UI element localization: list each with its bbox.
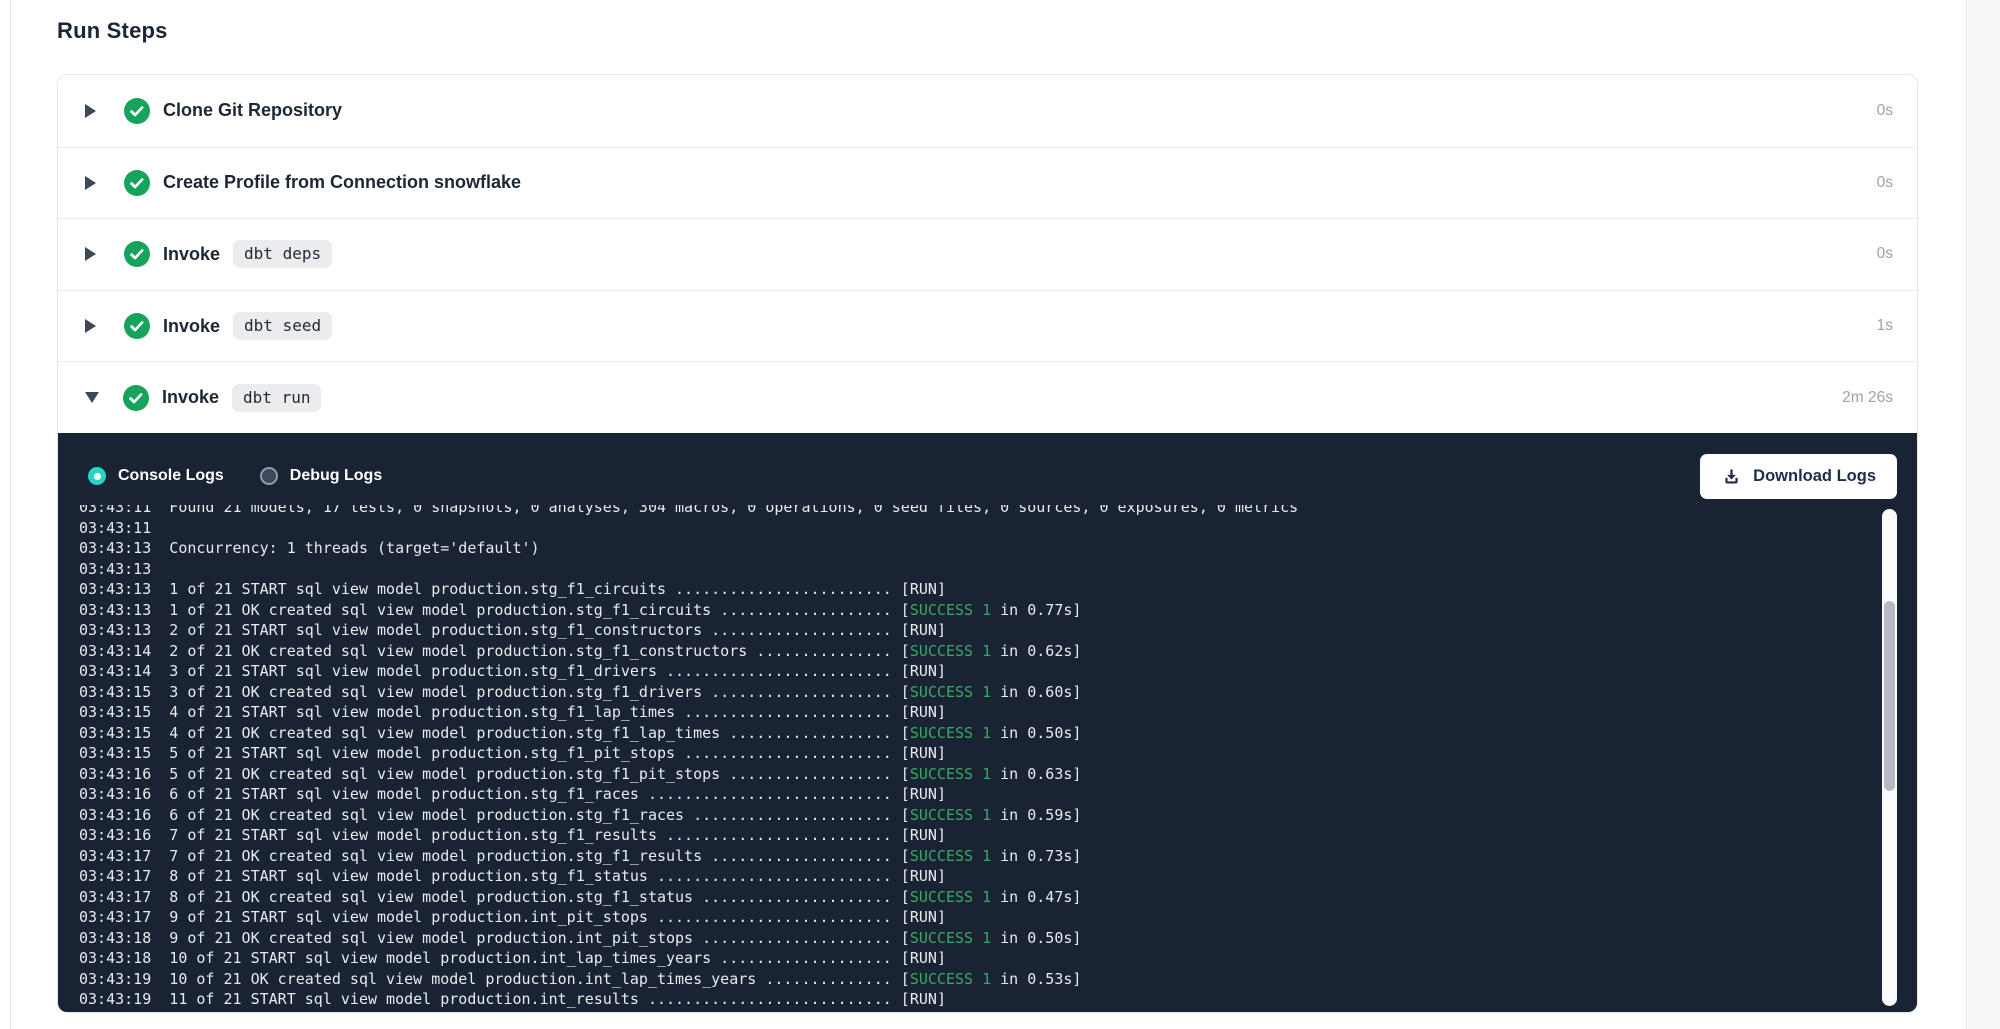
command-badge: dbt run (232, 384, 321, 412)
step-label: Invoke (163, 316, 220, 337)
log-line: 03:43:19 10 of 21 OK created sql view mo… (79, 969, 1918, 990)
step-label: Invoke (163, 244, 220, 265)
step-duration: 1s (1877, 317, 1893, 335)
log-line: 03:43:15 3 of 21 OK created sql view mod… (79, 682, 1918, 703)
step-row[interactable]: Clone Git Repository 0s (58, 75, 1917, 147)
step-label: Clone Git Repository (163, 100, 342, 121)
caret-right-icon[interactable] (85, 104, 96, 118)
step-row[interactable]: Invoke dbt deps 0s (58, 218, 1917, 290)
step-label: Invoke (162, 387, 219, 408)
log-line: 03:43:16 6 of 21 OK created sql view mod… (79, 805, 1918, 826)
log-line: 03:43:15 5 of 21 START sql view model pr… (79, 743, 1918, 764)
run-steps-list: Clone Git Repository0sCreate Profile fro… (58, 75, 1917, 433)
step-duration: 0s (1877, 245, 1893, 263)
step-row[interactable]: Create Profile from Connection snowflake… (58, 147, 1917, 219)
log-line: 03:43:16 7 of 21 START sql view model pr… (79, 825, 1918, 846)
step-duration: 0s (1877, 174, 1893, 192)
log-lines: 03:43:11 Found 21 models, 17 tests, 0 sn… (79, 505, 1918, 1010)
log-line: 03:43:11 (79, 518, 1918, 539)
tab-label: Console Logs (118, 467, 224, 485)
caret-down-icon[interactable] (85, 392, 99, 403)
log-line: 03:43:17 7 of 21 OK created sql view mod… (79, 846, 1918, 867)
log-scrollbar-thumb[interactable] (1884, 601, 1895, 791)
log-line: 03:43:18 9 of 21 OK created sql view mod… (79, 928, 1918, 949)
step-row[interactable]: Invoke dbt seed 1s (58, 290, 1917, 362)
caret-right-icon[interactable] (85, 319, 96, 333)
log-line: 03:43:13 2 of 21 START sql view model pr… (79, 620, 1918, 641)
tab-label: Debug Logs (290, 467, 382, 485)
log-line: 03:43:13 Concurrency: 1 threads (target=… (79, 538, 1918, 559)
status-success-icon (124, 170, 150, 196)
log-line: 03:43:17 8 of 21 START sql view model pr… (79, 866, 1918, 887)
log-line: 03:43:13 (79, 559, 1918, 580)
status-success-icon (124, 98, 150, 124)
status-success-icon (123, 385, 149, 411)
log-line: 03:43:16 5 of 21 OK created sql view mod… (79, 764, 1918, 785)
log-line: 03:43:17 9 of 21 START sql view model pr… (79, 907, 1918, 928)
radio-unselected-icon[interactable] (260, 467, 278, 485)
console-header: Console Logs Debug Logs Download Logs (58, 433, 1918, 505)
page-title: Run Steps (57, 18, 168, 44)
log-line: 03:43:13 1 of 21 START sql view model pr… (79, 579, 1918, 600)
command-badge: dbt deps (233, 240, 332, 268)
log-line: 03:43:15 4 of 21 START sql view model pr… (79, 702, 1918, 723)
download-logs-button[interactable]: Download Logs (1700, 454, 1897, 499)
step-label: Create Profile from Connection snowflake (163, 172, 521, 193)
caret-right-icon[interactable] (85, 176, 96, 190)
log-line: 03:43:15 4 of 21 OK created sql view mod… (79, 723, 1918, 744)
log-line: 03:43:13 1 of 21 OK created sql view mod… (79, 600, 1918, 621)
status-success-icon (124, 313, 150, 339)
log-line: 03:43:19 11 of 21 START sql view model p… (79, 989, 1918, 1010)
step-duration: 2m 26s (1842, 389, 1893, 407)
log-viewport[interactable]: 03:43:11 Found 21 models, 17 tests, 0 sn… (58, 505, 1918, 1013)
log-line: 03:43:17 8 of 21 OK created sql view mod… (79, 887, 1918, 908)
step-row[interactable]: Invoke dbt run 2m 26s (58, 361, 1917, 433)
log-line: 03:43:14 2 of 21 OK created sql view mod… (79, 641, 1918, 662)
download-icon (1721, 466, 1742, 487)
content-left-divider (10, 0, 11, 1029)
log-line: 03:43:18 10 of 21 START sql view model p… (79, 948, 1918, 969)
console-panel: Console Logs Debug Logs Download Logs 03… (58, 433, 1918, 1013)
log-line: 03:43:16 6 of 21 START sql view model pr… (79, 784, 1918, 805)
download-logs-label: Download Logs (1753, 467, 1876, 486)
step-duration: 0s (1877, 102, 1893, 120)
caret-right-icon[interactable] (85, 247, 96, 261)
page-right-gutter (1966, 0, 2000, 1029)
command-badge: dbt seed (233, 312, 332, 340)
log-scrollbar-track[interactable] (1882, 509, 1897, 1006)
tab-debug-logs[interactable]: Debug Logs (260, 467, 382, 485)
run-steps-card: Clone Git Repository0sCreate Profile fro… (57, 74, 1918, 1013)
radio-selected-icon[interactable] (88, 467, 106, 485)
status-success-icon (124, 241, 150, 267)
log-line: 03:43:14 3 of 21 START sql view model pr… (79, 661, 1918, 682)
log-line: 03:43:11 Found 21 models, 17 tests, 0 sn… (79, 505, 1918, 518)
tab-console-logs[interactable]: Console Logs (88, 467, 224, 485)
